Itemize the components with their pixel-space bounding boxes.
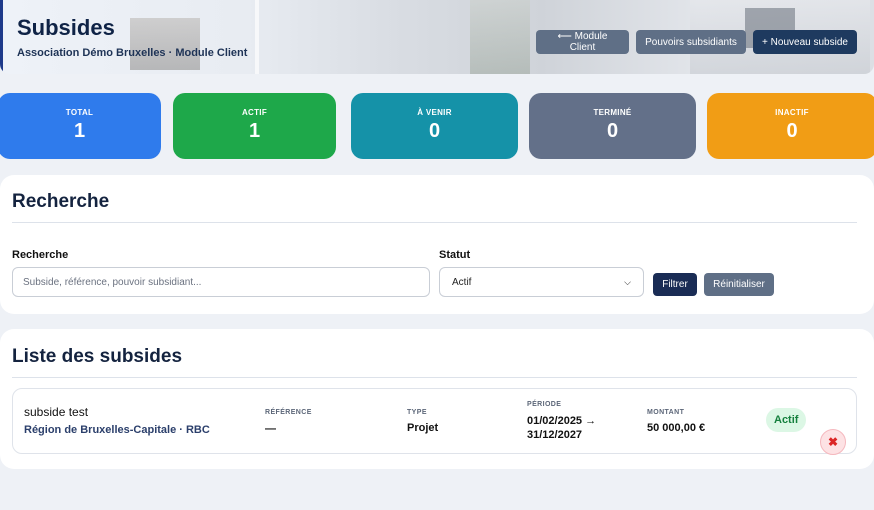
- page-title: Subsides: [17, 15, 115, 40]
- subsidy-name[interactable]: subside test: [24, 405, 88, 419]
- search-input[interactable]: [12, 267, 430, 297]
- stat-card-active: ACTIF 1: [173, 93, 336, 159]
- funders-button[interactable]: Pouvoirs subsidiants: [636, 30, 746, 54]
- stat-value: 0: [428, 120, 441, 142]
- stat-card-inactive: INACTIF 0: [707, 93, 874, 159]
- stat-value: 1: [248, 120, 261, 142]
- stat-value: 1: [73, 120, 86, 142]
- period-column-header: PÉRIODE: [527, 401, 562, 408]
- stat-card-finished: TERMINÉ 0: [529, 93, 696, 159]
- stat-label: TOTAL: [65, 108, 94, 117]
- status-select-value: Actif: [452, 276, 472, 288]
- delete-button[interactable]: ✖: [820, 429, 846, 455]
- banner-photo-decoration: [470, 0, 530, 74]
- stat-label: TERMINÉ: [593, 108, 632, 117]
- stat-value: 0: [786, 120, 798, 142]
- search-heading: Recherche: [12, 191, 110, 212]
- search-panel: Recherche Recherche Statut Actif ⌵ Filtr…: [0, 175, 874, 314]
- banner-photo-decoration: [255, 0, 259, 74]
- type-value: Projet: [407, 422, 439, 434]
- stat-value: 0: [606, 120, 619, 142]
- list-heading: Liste des subsides: [12, 346, 183, 367]
- amount-value: 50 000,00 €: [647, 422, 706, 434]
- subsidy-funder: Région de Bruxelles-Capitale · RBC: [24, 424, 210, 436]
- amount-column-header: MONTANT: [647, 409, 685, 416]
- reset-button[interactable]: Réinitialiser: [704, 273, 774, 296]
- list-item[interactable]: subside test Région de Bruxelles-Capital…: [12, 388, 857, 455]
- new-subsidy-button[interactable]: + Nouveau subside: [753, 30, 857, 54]
- chevron-down-icon: ⌵: [624, 276, 631, 287]
- type-column-header: TYPE: [407, 409, 427, 416]
- page-header-banner: Subsides Association Démo Bruxelles · Mo…: [0, 0, 874, 74]
- reference-column-header: RÉFÉRENCE: [265, 409, 312, 416]
- stat-label: ACTIF: [241, 108, 268, 117]
- banner-accent: [0, 0, 3, 74]
- divider: [12, 377, 857, 378]
- status-label: Statut: [439, 249, 471, 261]
- status-select[interactable]: Actif ⌵: [439, 267, 644, 297]
- divider: [12, 222, 857, 223]
- stat-label: À VENIR: [417, 108, 452, 117]
- search-query-label: Recherche: [12, 249, 69, 261]
- reference-value: —: [265, 423, 276, 435]
- page-subtitle: Association Démo Bruxelles · Module Clie…: [17, 47, 248, 59]
- stat-card-total: TOTAL 1: [0, 93, 161, 159]
- banner-photo-decoration: [130, 18, 200, 70]
- period-start: 01/02/2025 →: [527, 415, 597, 427]
- period-end: 31/12/2027: [527, 429, 583, 441]
- filter-button[interactable]: Filtrer: [653, 273, 697, 296]
- stat-label: INACTIF: [775, 108, 809, 117]
- back-to-module-client-button[interactable]: ⟵ Module Client: [536, 30, 629, 54]
- status-badge: Actif: [766, 408, 807, 432]
- close-icon: ✖: [827, 435, 839, 449]
- stat-card-upcoming: À VENIR 0: [351, 93, 518, 159]
